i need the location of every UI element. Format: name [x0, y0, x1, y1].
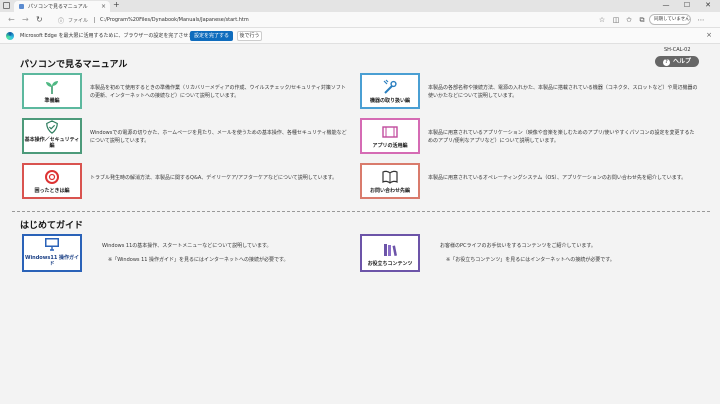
- card-label: 機器の取り扱い編: [369, 98, 410, 104]
- close-window-button[interactable]: ✕: [698, 0, 718, 11]
- favorites-icon[interactable]: ✩: [625, 16, 633, 24]
- guide-description: Windows 11の基本操作、スタートメニューなどについて説明しています。: [102, 243, 272, 249]
- card-label: お役立ちコンテンツ: [367, 261, 413, 267]
- card-contact[interactable]: お問い合わせ先編: [360, 163, 420, 199]
- monitor-icon: [45, 238, 59, 251]
- new-tab-button[interactable]: +: [113, 0, 120, 9]
- address-scheme-label: ファイル: [68, 17, 89, 24]
- refresh-icon[interactable]: ↻: [36, 14, 43, 26]
- card-label: 基本操作／セキュリティ編: [24, 137, 80, 149]
- card-description: 本製品を初めて使用するときの準備作業（リカバリーメディアの作成、ウイルスチェック…: [90, 85, 346, 99]
- sprout-icon: [46, 81, 58, 94]
- card-label: 困ったときは編: [34, 188, 70, 194]
- card-basic-operation-security[interactable]: 基本操作／セキュリティ編: [22, 118, 82, 154]
- card-description: 本製品の各部名称や接続方法、電源の入れかた、本製品に搭載されている機器（コネクタ…: [428, 85, 698, 99]
- profile-label: 同期していません: [654, 17, 690, 22]
- guide-note: ※「Windows 11 操作ガイド」を見るにはインターネットへの接続が必要です…: [108, 257, 289, 263]
- tab-manual[interactable]: パソコンで見るマニュアル ×: [14, 1, 110, 12]
- info-icon[interactable]: ⓘ: [58, 16, 64, 25]
- tools-icon: [383, 79, 397, 94]
- lifebuoy-icon: [45, 170, 59, 184]
- edge-logo-icon: [6, 32, 14, 40]
- card-windows11-guide[interactable]: Windows11 操作ガイド: [22, 234, 82, 272]
- collections-icon[interactable]: ⧉: [638, 16, 646, 24]
- card-label: お問い合わせ先編: [369, 188, 410, 194]
- card-description: 本製品に用意されているオペレーティングシステム（OS）、アプリケーションのお問い…: [428, 175, 687, 181]
- card-description: Windowsでの電源の切りかた、ホームページを見たり、メールを使うための基本操…: [90, 130, 347, 144]
- help-label: ヘルプ: [672, 58, 691, 65]
- address-separator: [94, 17, 96, 23]
- card-app-usage[interactable]: アプリの活用編: [360, 118, 420, 154]
- help-button[interactable]: ? ヘルプ: [655, 56, 699, 67]
- guide-description: お客様のPCライフのお手伝いをするコンテンツをご紹介しています。: [440, 243, 596, 249]
- card-useful-contents[interactable]: お役立ちコンテンツ: [360, 234, 420, 272]
- profile-button[interactable]: 同期していません: [649, 14, 691, 25]
- address-bar: ← → ↻ ⓘ ファイル C:/Program%20Files/Dynabook…: [0, 12, 720, 28]
- split-screen-icon[interactable]: ◫: [612, 16, 620, 24]
- card-label: Windows11 操作ガイド: [24, 255, 80, 267]
- card-label: アプリの活用編: [372, 143, 408, 149]
- info-bar-close-icon[interactable]: ×: [706, 31, 712, 39]
- book-icon: [382, 170, 398, 184]
- section-title-guide: はじめてガイド: [20, 221, 84, 231]
- books-icon: [384, 244, 397, 256]
- info-bar-message: Microsoft Edge を最大限に活用するために、ブラウザーの設定を完了さ…: [20, 33, 214, 39]
- forward-arrow-icon[interactable]: →: [22, 14, 29, 26]
- later-button[interactable]: 後で行う: [237, 31, 262, 41]
- help-question-icon: ?: [662, 59, 670, 66]
- favorite-star-icon[interactable]: ☆: [598, 16, 606, 24]
- document-code: SH-CAL-02: [664, 47, 691, 53]
- tab-close-icon[interactable]: ×: [101, 3, 106, 10]
- film-icon: [382, 126, 398, 138]
- card-device-handling[interactable]: 機器の取り扱い編: [360, 73, 420, 109]
- manual-page: SH-CAL-02 ? ヘルプ パソコンで見るマニュアル 準備編 本製品を初めて使…: [0, 45, 720, 404]
- card-description: トラブル発生時の解消方法、本製品に関するQ&A、デイリーケア/アフターケアなどに…: [90, 175, 338, 181]
- minimize-button[interactable]: —: [656, 0, 676, 11]
- card-troubleshooting[interactable]: 困ったときは編: [22, 163, 82, 199]
- url-text: C:/Program%20Files/Dynabook/Manuals/Japa…: [100, 17, 249, 23]
- shield-icon: [46, 120, 58, 134]
- card-preparation[interactable]: 準備編: [22, 73, 82, 109]
- section-title-manual: パソコンで見るマニュアル: [20, 60, 128, 70]
- card-label: 準備編: [44, 98, 60, 104]
- guide-note: ※「お役立ちコンテンツ」を見るにはインターネットへの接続が必要です。: [446, 257, 615, 263]
- complete-setup-button[interactable]: 設定を完了する: [190, 31, 233, 41]
- section-divider: [12, 211, 710, 212]
- window-menu-icon[interactable]: [3, 2, 10, 9]
- tab-bar: パソコンで見るマニュアル × + — ☐ ✕: [0, 0, 720, 12]
- edge-info-bar: Microsoft Edge を最大限に活用するために、ブラウザーの設定を完了さ…: [0, 28, 720, 44]
- card-description: 本製品に用意されているアプリケーション（映像や音楽を楽しむためのアプリ/使いやす…: [428, 130, 695, 144]
- url-field[interactable]: ⓘ ファイル C:/Program%20Files/Dynabook/Manua…: [58, 15, 588, 25]
- tab-title: パソコンで見るマニュアル: [28, 4, 88, 10]
- more-menu-icon[interactable]: ⋯: [697, 16, 705, 24]
- back-arrow-icon[interactable]: ←: [8, 14, 15, 26]
- maximize-button[interactable]: ☐: [677, 0, 697, 11]
- page-favicon-icon: [19, 4, 24, 9]
